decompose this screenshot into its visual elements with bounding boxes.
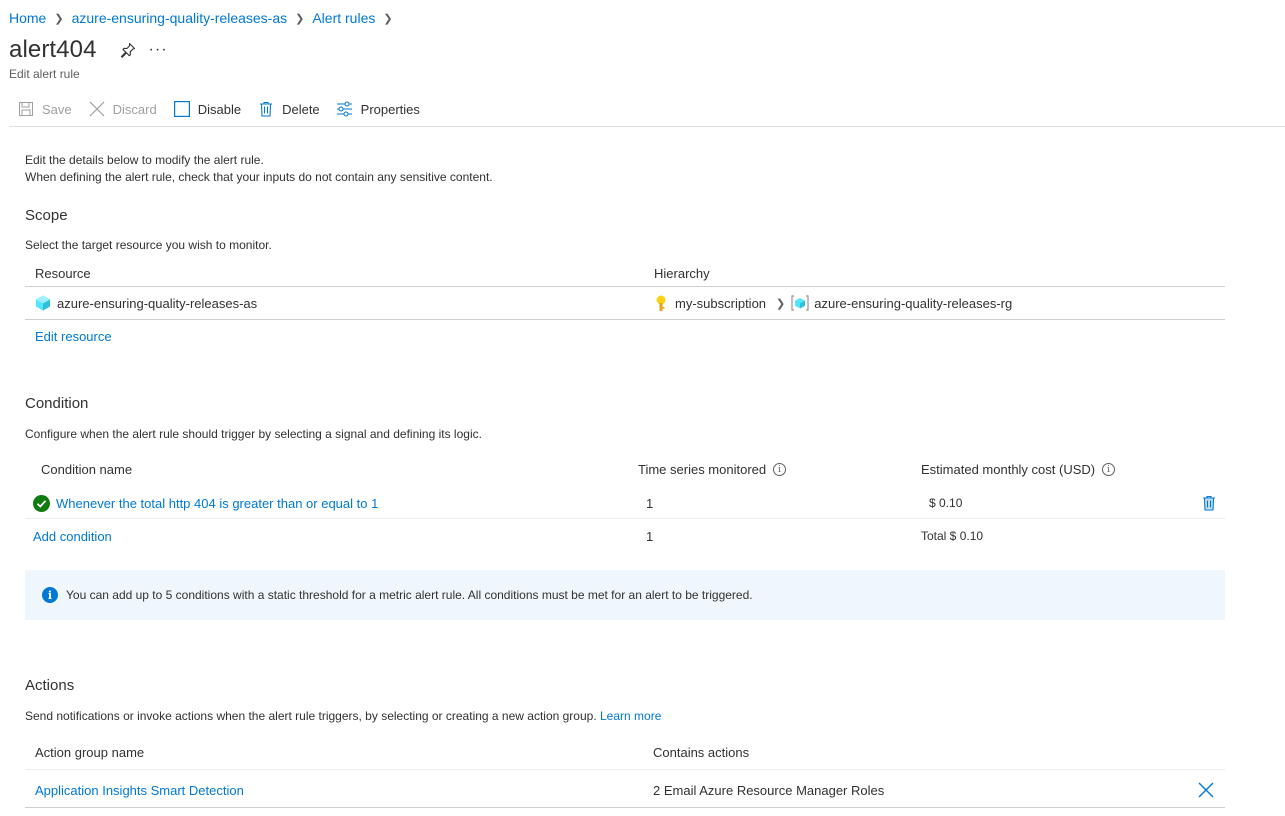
- chevron-right-icon: ❯: [383, 12, 393, 25]
- properties-label: Properties: [360, 101, 420, 117]
- divider: [25, 807, 1225, 808]
- more-options-icon[interactable]: ···: [149, 42, 168, 58]
- add-condition-link[interactable]: Add condition: [33, 526, 112, 546]
- resource-name: azure-ensuring-quality-releases-as: [57, 295, 258, 311]
- intro-line-1: Edit the details below to modify the ale…: [25, 153, 264, 167]
- divider: [25, 769, 1225, 770]
- hierarchy-cell: my-subscription ❯ azure-ensuring-quality…: [654, 293, 1012, 313]
- learn-more-link[interactable]: Learn more: [600, 709, 661, 723]
- actions-table: Action group name Contains actions Appli…: [25, 740, 1225, 810]
- pin-icon[interactable]: [119, 41, 137, 59]
- command-bar: Save Discard Disable Delete Properties: [9, 96, 428, 122]
- close-icon: [88, 100, 106, 118]
- column-header-action-group: Action group name: [35, 745, 145, 760]
- close-icon: [1198, 782, 1214, 798]
- success-check-icon: [33, 494, 50, 512]
- page-subtitle: Edit alert rule: [9, 67, 80, 81]
- delete-button[interactable]: Delete: [249, 96, 328, 122]
- breadcrumb: Home ❯ azure-ensuring-quality-releases-a…: [9, 9, 401, 27]
- edit-resource-link[interactable]: Edit resource: [35, 328, 112, 345]
- resource-group-icon: [791, 295, 809, 311]
- info-icon: i: [42, 587, 58, 603]
- properties-button[interactable]: Properties: [328, 96, 428, 122]
- action-group-contains: 2 Email Azure Resource Manager Roles: [653, 782, 885, 798]
- actions-description: Send notifications or invoke actions whe…: [25, 709, 661, 723]
- scope-title: Scope: [25, 207, 68, 224]
- condition-row: Whenever the total http 404 is greater t…: [33, 493, 378, 513]
- intro-text: Edit the details below to modify the ale…: [25, 152, 493, 186]
- condition-cost-value: $ 0.10: [929, 496, 963, 510]
- divider: [25, 518, 1225, 519]
- column-header-condition-name: Condition name: [41, 462, 133, 477]
- key-icon: [654, 295, 668, 312]
- chevron-right-icon: ❯: [776, 297, 786, 310]
- delete-condition-button[interactable]: [1202, 493, 1216, 513]
- disable-button[interactable]: Disable: [165, 96, 249, 122]
- subscription-name: my-subscription: [675, 295, 767, 311]
- chevron-right-icon: ❯: [54, 12, 64, 25]
- resource-group-name: azure-ensuring-quality-releases-rg: [814, 295, 1013, 311]
- condition-table: Condition name Time series monitored i E…: [25, 455, 1225, 555]
- info-message-text: You can add up to 5 conditions with a st…: [66, 588, 753, 602]
- trash-icon: [257, 100, 275, 118]
- title-row: alert404 ···: [9, 36, 168, 64]
- column-header-monthly-cost: Estimated monthly cost (USD) i: [921, 462, 1116, 477]
- info-message-bar: i You can add up to 5 conditions with a …: [25, 570, 1225, 620]
- column-header-resource: Resource: [35, 266, 91, 281]
- action-group-link[interactable]: Application Insights Smart Detection: [35, 781, 244, 799]
- scope-table: Resource Hierarchy azure-ensuring-qualit…: [25, 262, 1225, 352]
- total-cost-value: Total $ 0.10: [921, 529, 984, 543]
- delete-label: Delete: [282, 101, 320, 117]
- save-label: Save: [42, 101, 72, 117]
- column-header-hierarchy: Hierarchy: [654, 266, 710, 281]
- actions-title: Actions: [25, 677, 75, 694]
- total-series-value: 1: [646, 528, 654, 544]
- condition-name-link[interactable]: Whenever the total http 404 is greater t…: [56, 496, 378, 511]
- discard-button[interactable]: Discard: [80, 96, 165, 122]
- divider: [25, 286, 1225, 287]
- column-header-time-series: Time series monitored i: [638, 462, 787, 477]
- info-icon[interactable]: i: [773, 463, 787, 476]
- info-icon[interactable]: i: [1102, 463, 1116, 476]
- divider: [25, 319, 1225, 320]
- condition-title: Condition: [25, 395, 89, 412]
- toolbar-divider: [9, 126, 1285, 127]
- save-button[interactable]: Save: [9, 96, 80, 122]
- breadcrumb-home[interactable]: Home: [9, 10, 46, 26]
- settings-sliders-icon: [336, 100, 354, 118]
- condition-series-value: 1: [646, 495, 654, 511]
- scope-description: Select the target resource you wish to m…: [25, 238, 272, 252]
- chevron-right-icon: ❯: [295, 12, 305, 25]
- monthly-cost-header-label: Estimated monthly cost (USD): [921, 462, 1096, 477]
- checkbox-icon: [173, 100, 191, 118]
- column-header-contains-actions: Contains actions: [653, 745, 750, 760]
- intro-line-2: When defining the alert rule, check that…: [25, 170, 493, 184]
- trash-icon: [1202, 495, 1216, 511]
- save-icon: [17, 100, 35, 118]
- app-service-icon: [35, 295, 51, 311]
- breadcrumb-alert-rules[interactable]: Alert rules: [312, 10, 375, 26]
- disable-label: Disable: [197, 101, 242, 117]
- remove-action-group-button[interactable]: [1198, 781, 1214, 799]
- discard-label: Discard: [112, 101, 157, 117]
- resource-cell: azure-ensuring-quality-releases-as: [35, 293, 257, 313]
- condition-description: Configure when the alert rule should tri…: [25, 427, 482, 441]
- actions-description-text: Send notifications or invoke actions whe…: [25, 709, 597, 723]
- time-series-header-label: Time series monitored: [638, 462, 767, 477]
- page-title: alert404: [9, 36, 97, 63]
- breadcrumb-resource[interactable]: azure-ensuring-quality-releases-as: [72, 10, 288, 26]
